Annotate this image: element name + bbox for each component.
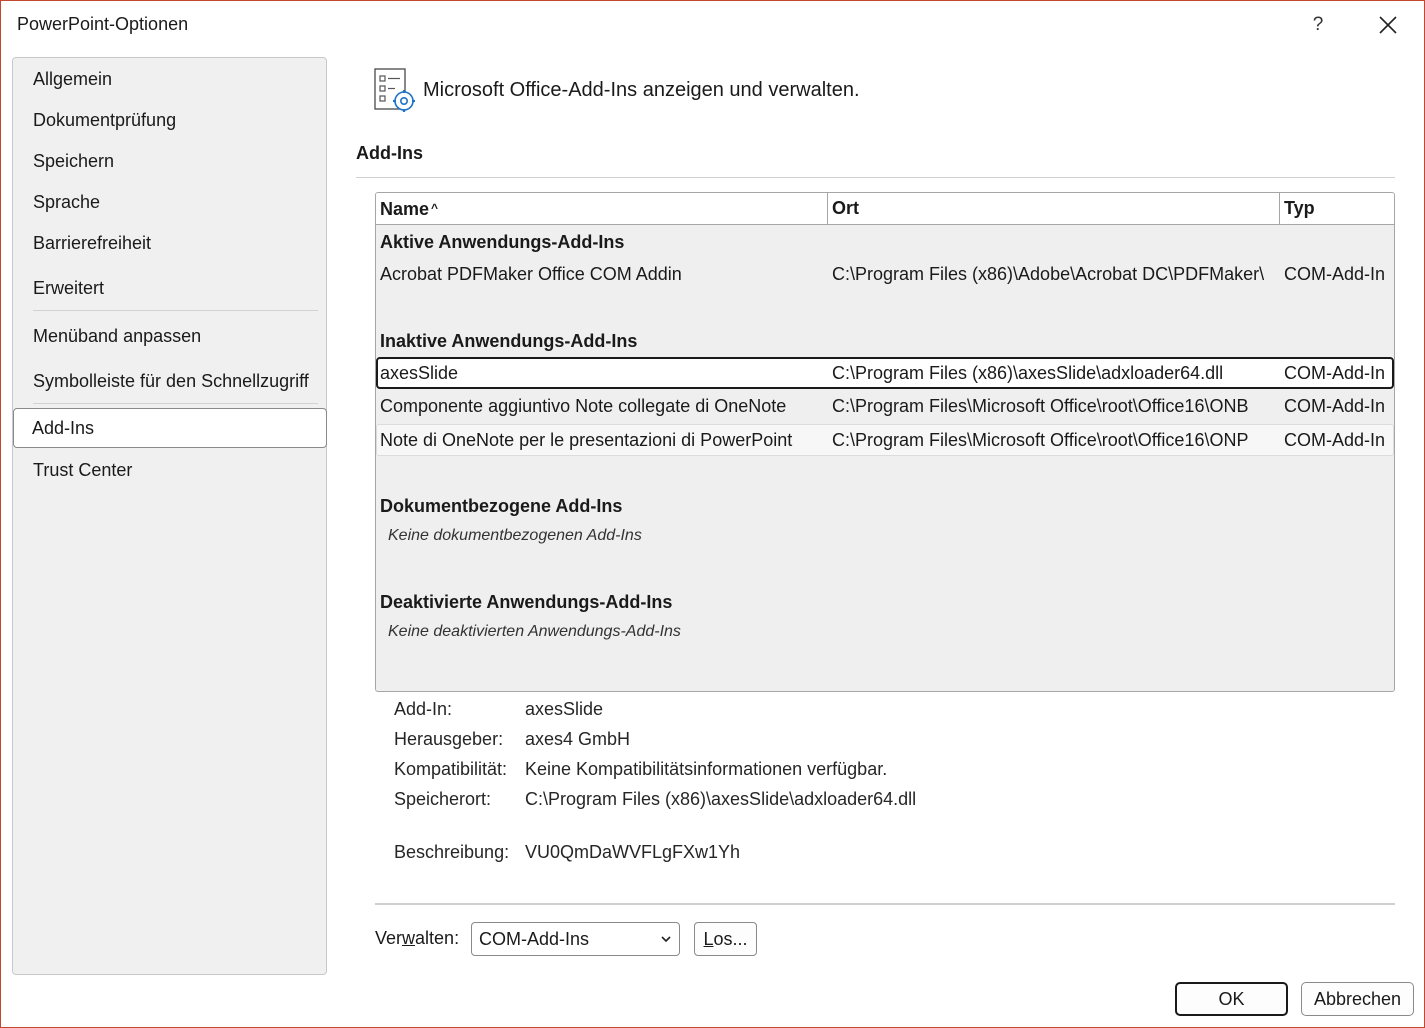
- table-row-selected[interactable]: axesSlide C:\Program Files (x86)\axesSli…: [376, 357, 1394, 389]
- column-header-type[interactable]: Typ: [1280, 193, 1394, 224]
- cell-location: C:\Program Files (x86)\Adobe\Acrobat DC\…: [832, 264, 1265, 284]
- detail-value-compatibility: Keine Kompatibilitätsinformationen verfü…: [525, 759, 888, 779]
- detail-label-publisher: Herausgeber:: [394, 729, 504, 749]
- detail-value-description: VU0QmDaWVFLgFXw1Yh: [525, 842, 741, 862]
- group-heading-disabled: Deaktivierte Anwendungs-Add-Ins: [380, 592, 673, 612]
- sidebar-item-barrierefreiheit[interactable]: Barrierefreiheit: [14, 223, 326, 263]
- section-title: Add-Ins: [356, 143, 423, 163]
- group-heading-inactive: Inaktive Anwendungs-Add-Ins: [380, 331, 638, 351]
- sidebar-item-speichern[interactable]: Speichern: [14, 141, 326, 181]
- empty-message: Keine dokumentbezogenen Add-Ins: [388, 527, 642, 544]
- addins-settings-icon: [373, 68, 417, 114]
- table-row[interactable]: Componente aggiuntivo Note collegate di …: [377, 391, 1393, 423]
- cell-name: Note di OneNote per le presentazioni di …: [380, 430, 793, 450]
- column-header-location[interactable]: Ort: [828, 193, 1280, 224]
- detail-value-addin: axesSlide: [525, 699, 604, 719]
- sidebar-item-erweitert[interactable]: Erweitert: [14, 268, 326, 308]
- close-icon: [1379, 16, 1397, 34]
- cell-type: COM-Add-In: [1284, 264, 1386, 284]
- sidebar-item-addins[interactable]: Add-Ins: [13, 408, 327, 448]
- sidebar-divider: [33, 310, 318, 311]
- cell-type: COM-Add-In: [1284, 396, 1386, 416]
- column-header-label: Name: [380, 199, 430, 219]
- detail-label-location: Speicherort:: [394, 789, 492, 809]
- cell-name: axesSlide: [380, 363, 459, 383]
- sidebar-item-trust-center[interactable]: Trust Center: [14, 450, 326, 490]
- go-button-accelerator: L: [703, 929, 714, 949]
- detail-label-description: Beschreibung:: [394, 842, 510, 862]
- manage-label-part: alten:: [415, 928, 460, 948]
- window-title: PowerPoint-Optionen: [17, 14, 189, 34]
- manage-dropdown-value: COM-Add-Ins: [479, 929, 590, 949]
- bottom-divider: [375, 903, 1395, 905]
- category-sidebar: Allgemein Dokumentprüfung Speichern Spra…: [12, 57, 327, 975]
- addins-table: Name ^ Ort Typ Aktive Anwendungs-Add-Ins …: [375, 192, 1395, 692]
- cancel-button[interactable]: Abbrechen: [1301, 982, 1414, 1016]
- page-heading: Microsoft Office-Add-Ins anzeigen und ve…: [423, 79, 860, 101]
- sidebar-divider: [33, 403, 318, 404]
- manage-dropdown[interactable]: COM-Add-Ins: [471, 922, 680, 956]
- cell-location: C:\Program Files\Microsoft Office\root\O…: [832, 396, 1249, 416]
- go-button-label: os...: [713, 929, 748, 949]
- detail-value-location: C:\Program Files (x86)\axesSlide\adxload…: [525, 789, 917, 809]
- group-heading-active: Aktive Anwendungs-Add-Ins: [380, 232, 625, 252]
- detail-label-addin: Add-In:: [394, 699, 453, 719]
- cell-name: Componente aggiuntivo Note collegate di …: [380, 396, 787, 416]
- detail-label-compatibility: Kompatibilität:: [394, 759, 508, 779]
- sort-ascending-icon: ^: [431, 201, 439, 215]
- cell-location: C:\Program Files\Microsoft Office\root\O…: [832, 430, 1249, 450]
- help-button[interactable]: ?: [1303, 11, 1333, 41]
- cell-type: COM-Add-In: [1284, 363, 1386, 383]
- manage-label-part: Ver: [375, 928, 403, 948]
- sidebar-item-schnellzugriff[interactable]: Symbolleiste für den Schnellzugriff: [14, 361, 326, 401]
- manage-label-accelerator: w: [402, 928, 416, 948]
- cell-type: COM-Add-In: [1284, 430, 1386, 450]
- empty-message: Keine deaktivierten Anwendungs-Add-Ins: [388, 623, 681, 640]
- column-header-name[interactable]: Name ^: [376, 193, 828, 224]
- go-button[interactable]: Los...: [694, 922, 757, 956]
- close-button[interactable]: [1371, 11, 1405, 41]
- cell-name: Acrobat PDFMaker Office COM Addin: [380, 264, 682, 284]
- table-row[interactable]: Acrobat PDFMaker Office COM Addin C:\Pro…: [377, 259, 1393, 291]
- sidebar-item-menueband[interactable]: Menüband anpassen: [14, 316, 326, 356]
- manage-label: Verwalten:: [375, 928, 459, 949]
- table-header: Name ^ Ort Typ: [376, 193, 1394, 225]
- group-heading-document: Dokumentbezogene Add-Ins: [380, 496, 623, 516]
- options-dialog: PowerPoint-Optionen ? Allgemein Dokument…: [0, 0, 1425, 1028]
- sidebar-item-dokumentpruefung[interactable]: Dokumentprüfung: [14, 100, 326, 140]
- chevron-down-icon: [661, 936, 671, 943]
- ok-button[interactable]: OK: [1175, 982, 1288, 1016]
- cell-location: C:\Program Files (x86)\axesSlide\adxload…: [832, 363, 1224, 383]
- detail-value-publisher: axes4 GmbH: [525, 729, 631, 749]
- section-divider: [356, 177, 1395, 178]
- table-row[interactable]: Note di OneNote per le presentazioni di …: [376, 424, 1394, 456]
- title-bar: PowerPoint-Optionen ?: [1, 1, 1424, 51]
- sidebar-item-allgemein[interactable]: Allgemein: [14, 59, 326, 99]
- sidebar-item-sprache[interactable]: Sprache: [14, 182, 326, 222]
